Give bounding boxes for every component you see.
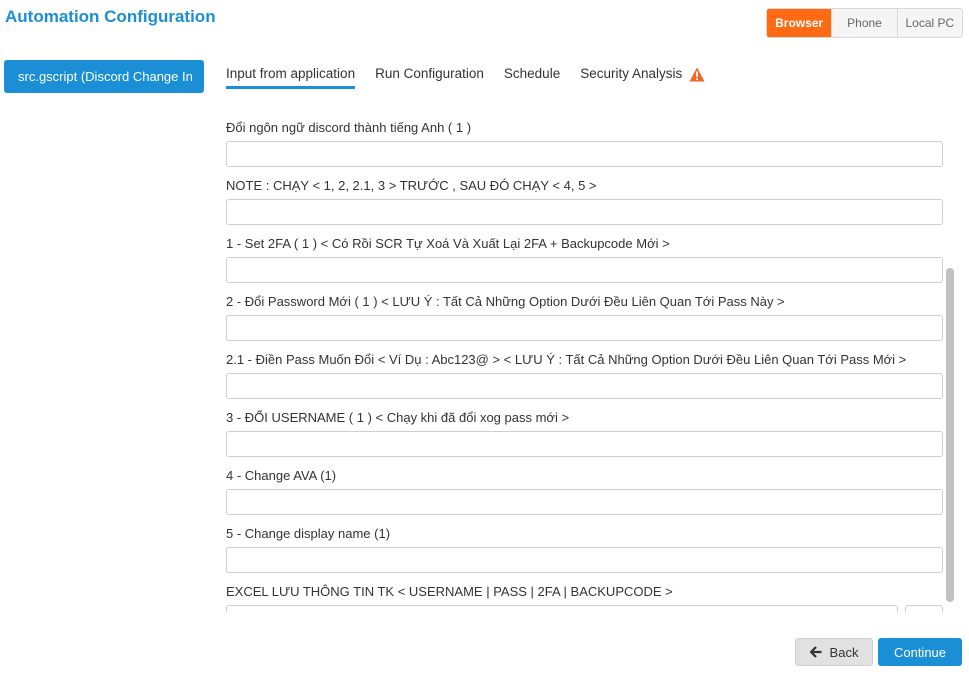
form-field: Đổi ngôn ngữ discord thành tiếng Anh ( 1…: [226, 115, 943, 173]
tab-label: Input from application: [226, 66, 356, 81]
form-field: 3 - ĐỔI USERNAME ( 1 ) < Chạy khi đã đổi…: [226, 405, 943, 463]
warning-icon: [689, 67, 705, 82]
config-tabs: Input from application Run Configuration…: [226, 60, 725, 90]
text-input[interactable]: [226, 141, 943, 167]
field-label: Đổi ngôn ngữ discord thành tiếng Anh ( 1…: [226, 120, 472, 135]
field-label: 4 - Change AVA (1): [226, 468, 337, 483]
environment-toggle: Browser Phone Local PC: [766, 8, 963, 38]
page-title: Automation Configuration: [5, 7, 216, 26]
excel-file-input[interactable]: [226, 605, 898, 612]
field-label: EXCEL LƯU THÔNG TIN TK < USERNAME | PASS…: [226, 584, 673, 599]
script-selector-item[interactable]: src.gscript (Discord Change In: [4, 60, 204, 93]
form-field: EXCEL LƯU THÔNG TIN TK < USERNAME | PASS…: [226, 579, 943, 612]
field-label: 2 - Đổi Password Mới ( 1 ) < LƯU Ý : Tất…: [226, 294, 785, 309]
continue-button[interactable]: Continue: [878, 638, 962, 666]
tab-run-configuration[interactable]: Run Configuration: [375, 60, 484, 90]
form-field: 4 - Change AVA (1): [226, 463, 943, 521]
file-field-row: [226, 605, 943, 612]
form-field: 1 - Set 2FA ( 1 ) < Có Rồi SCR Tự Xoá Và…: [226, 231, 943, 289]
back-label: Back: [829, 644, 859, 660]
field-label: 3 - ĐỔI USERNAME ( 1 ) < Chạy khi đã đổi…: [226, 410, 570, 425]
input-form: Đổi ngôn ngữ discord thành tiếng Anh ( 1…: [226, 115, 943, 612]
form-field: 2 - Đổi Password Mới ( 1 ) < LƯU Ý : Tất…: [226, 289, 943, 347]
text-input[interactable]: [226, 431, 943, 457]
env-phone-option[interactable]: Phone: [831, 9, 897, 37]
text-input[interactable]: [226, 315, 943, 341]
text-input[interactable]: [226, 547, 943, 573]
tab-label: Security Analysis: [580, 66, 683, 81]
field-label: 1 - Set 2FA ( 1 ) < Có Rồi SCR Tự Xoá Và…: [226, 236, 670, 251]
browse-file-button[interactable]: [905, 605, 943, 612]
form-field: 2.1 - Điền Pass Muốn Đổi < Ví Dụ : Abc12…: [226, 347, 943, 405]
field-label: 2.1 - Điền Pass Muốn Đổi < Ví Dụ : Abc12…: [226, 352, 907, 367]
tab-label: Schedule: [503, 66, 561, 81]
env-local-pc-option[interactable]: Local PC: [896, 9, 962, 37]
tab-label: Run Configuration: [375, 66, 484, 81]
text-input[interactable]: [226, 199, 943, 225]
form-field: 5 - Change display name (1): [226, 521, 943, 579]
back-button[interactable]: Back: [795, 638, 873, 666]
tab-security-analysis[interactable]: Security Analysis: [580, 60, 705, 90]
tab-input-from-application[interactable]: Input from application: [226, 60, 356, 89]
field-label: 5 - Change display name (1): [226, 526, 391, 541]
env-browser-option[interactable]: Browser: [767, 9, 832, 37]
form-field: NOTE : CHẠY < 1, 2, 2.1, 3 > TRƯỚC , SAU…: [226, 173, 943, 231]
text-input[interactable]: [226, 373, 943, 399]
form-scrollbar[interactable]: [946, 268, 954, 602]
tab-schedule[interactable]: Schedule: [504, 60, 560, 90]
arrow-left-icon: [808, 646, 822, 658]
field-label: NOTE : CHẠY < 1, 2, 2.1, 3 > TRƯỚC , SAU…: [226, 178, 597, 193]
text-input[interactable]: [226, 257, 943, 283]
text-input[interactable]: [226, 489, 943, 515]
